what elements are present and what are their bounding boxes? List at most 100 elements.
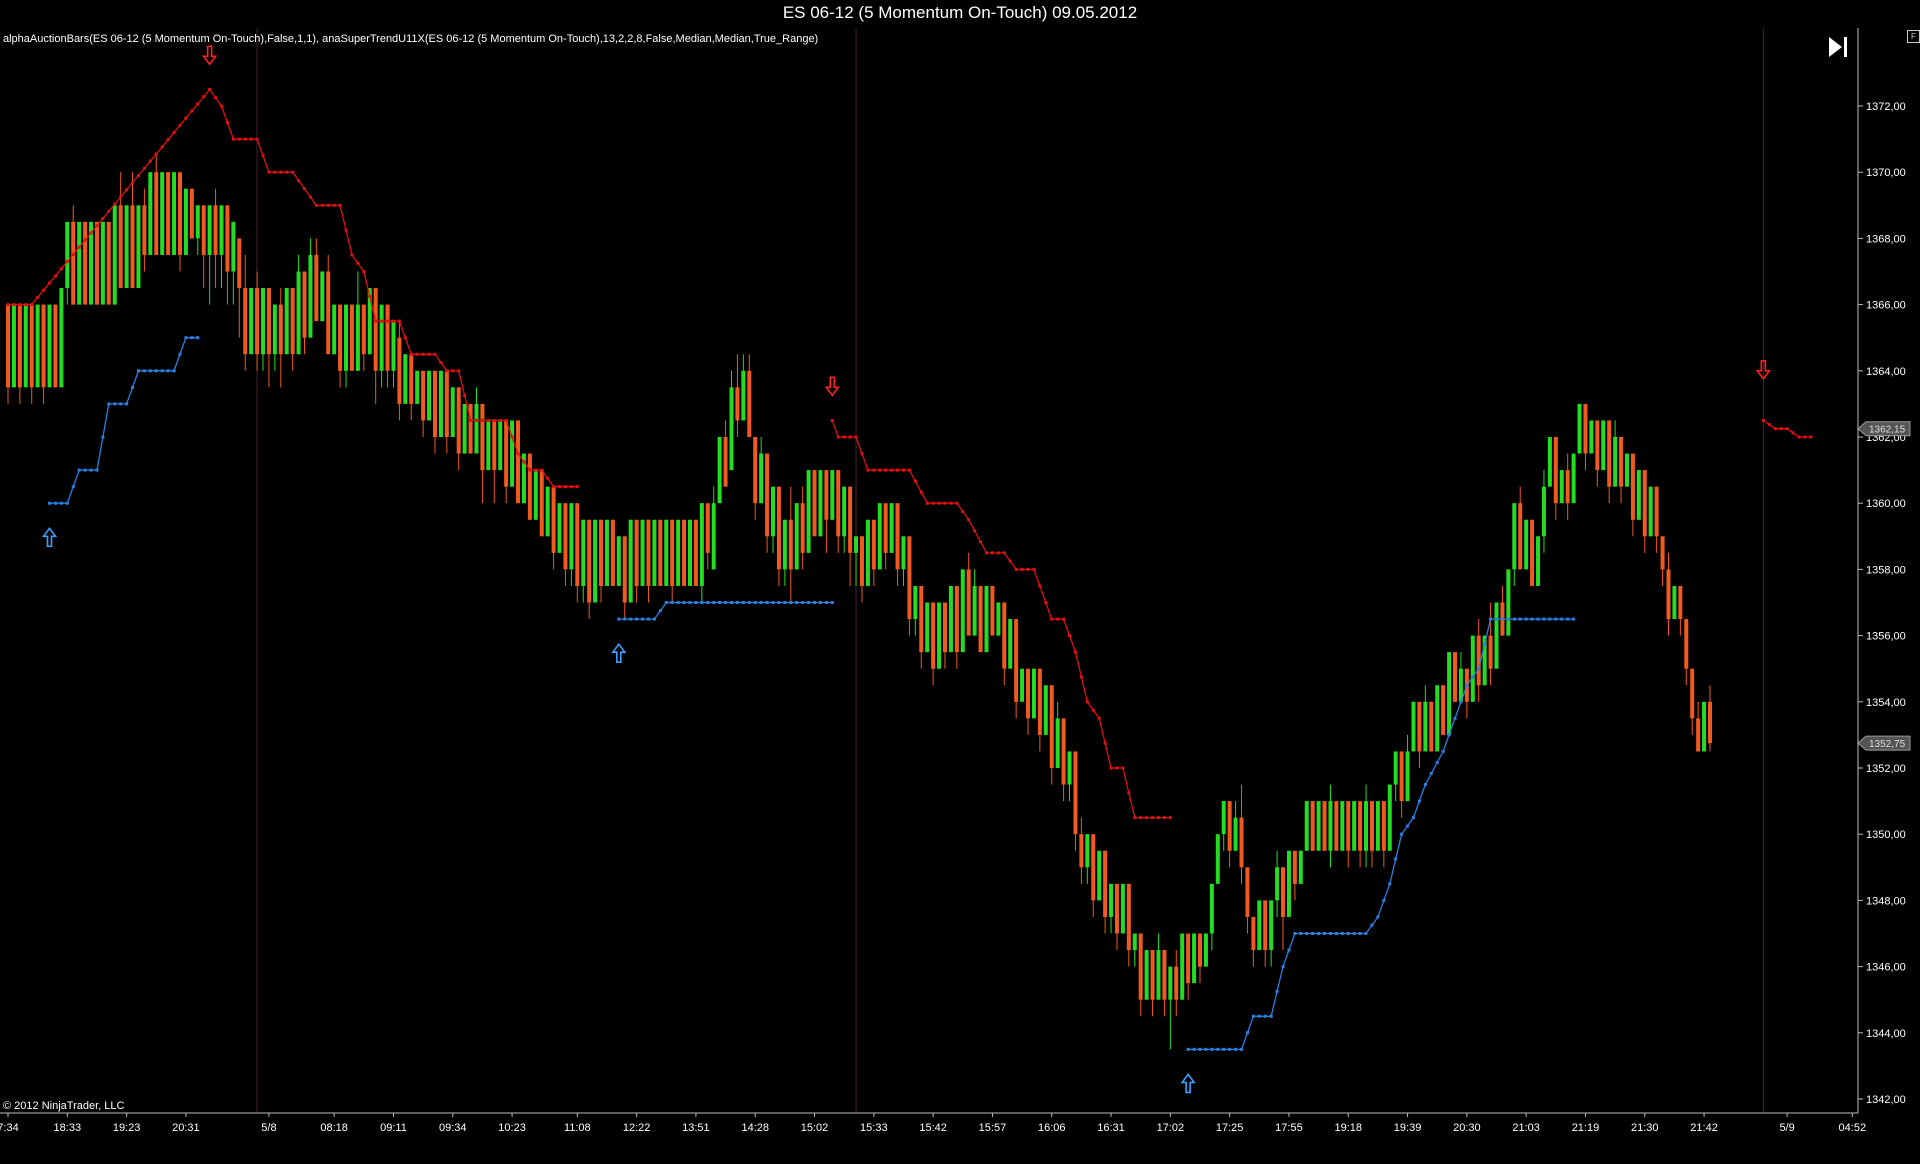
up-bar [486,420,491,471]
up-bar [450,387,455,437]
down-bar [444,370,449,437]
down-bar [201,205,206,255]
down-bar [1251,916,1256,951]
down-bar [1654,486,1659,537]
lower-supertrend-dot [77,468,81,472]
up-bar [1298,850,1303,884]
lower-supertrend-dot [1305,932,1309,935]
lower-supertrend-dot [1506,617,1510,621]
lower-supertrend-dot [1423,783,1427,787]
up-bar [794,503,799,570]
window-titlebar: ES 06-12 (5 Momentum On-Touch) 09.05.201… [0,0,1920,29]
upper-supertrend-dot [510,435,514,439]
down-bar [1530,519,1535,586]
lower-supertrend-dot [1453,716,1457,720]
down-bar [338,304,343,371]
up-bar [1494,602,1499,669]
down-bar [41,304,46,388]
lower-supertrend-dot [1518,617,1522,621]
upper-supertrend-dot [48,281,52,285]
price-tick-label: 1348,00 [1866,895,1906,907]
down-bar [1186,933,1191,984]
lower-supertrend-dot [1495,617,1499,621]
up-bar [771,486,776,537]
down-bar [1441,685,1446,735]
up-bar [183,188,188,255]
upper-supertrend-dot [1797,435,1801,439]
up-bar [1547,437,1552,487]
down-bar [1619,437,1624,487]
float-toggle-button[interactable]: F [1907,30,1920,43]
time-tick-label: 09:34 [439,1122,467,1134]
down-bar [385,304,390,371]
down-bar [539,470,544,537]
upper-supertrend-dot [42,288,46,292]
upper-supertrend-dot [534,468,538,472]
lower-supertrend-dot [623,617,627,621]
down-bar [468,403,473,454]
chart-panel[interactable]: 1342,00 1344,00 1346,00 1348,00 1350,00 1352,… [0,28,1920,1159]
down-bar [1114,883,1119,934]
down-bar [71,221,76,305]
up-bar [1512,503,1517,570]
upper-supertrend-dot [380,319,384,323]
scroll-to-end-button[interactable] [1826,34,1852,60]
time-tick-label: 13:51 [682,1122,710,1134]
down-bar [1381,801,1386,851]
down-bar [1061,718,1066,785]
upper-supertrend-dot [439,361,443,365]
lower-supertrend-dot [658,609,662,613]
upper-supertrend-dot [18,303,22,307]
lower-supertrend-dot [830,601,834,604]
up-bar [937,602,942,669]
up-bar [717,437,722,504]
upper-supertrend-dot [913,479,917,483]
up-bar [533,470,538,520]
up-bar [1387,784,1392,851]
upper-supertrend-dot [937,501,941,505]
up-bar [782,519,787,570]
lower-supertrend-dot [753,601,757,604]
upper-supertrend-dot [368,294,372,298]
upper-supertrend-dot [979,540,983,544]
upper-supertrend-dot [338,203,342,207]
up-bar [415,370,420,404]
down-bar [527,453,532,520]
upper-supertrend-dot [1002,551,1006,555]
down-bar [1239,817,1244,868]
upper-supertrend-dot [836,435,840,439]
lower-supertrend-dot [801,601,805,604]
down-bar [106,221,111,305]
time-tick-label: 16:31 [1097,1122,1125,1134]
upper-supertrend-dot [356,261,360,265]
lower-supertrend-dot [700,601,704,604]
down-bar [189,188,194,239]
upper-supertrend-dot [955,501,959,505]
up-bar [806,470,811,553]
upper-supertrend-dot [1127,791,1131,795]
down-bar [255,288,260,355]
down-bar [1642,470,1647,537]
upper-supertrend-dot [231,137,235,141]
lower-supertrend-dot [1382,898,1386,902]
up-bar [1286,850,1291,917]
down-bar [456,387,461,454]
upper-supertrend-dot [896,468,900,472]
lower-supertrend-dot [1317,932,1321,935]
down-bar [954,585,959,653]
upper-supertrend-dot [949,501,953,505]
up-bar [332,304,337,355]
down-bar [800,503,805,553]
up-bar [1109,883,1114,917]
lower-supertrend-dot [65,501,69,505]
down-bar [575,503,580,586]
up-bar [207,205,212,255]
up-bar [960,569,965,653]
price-chart[interactable]: 1342,00 1344,00 1346,00 1348,00 1350,00 1352,… [0,28,1920,1159]
upper-supertrend-dot [907,468,911,472]
up-bar [729,387,734,471]
upper-supertrend-dot [1803,435,1807,439]
down-bar [243,288,248,355]
upper-supertrend-dot [1145,816,1149,820]
price-tick-label: 1354,00 [1866,697,1906,709]
